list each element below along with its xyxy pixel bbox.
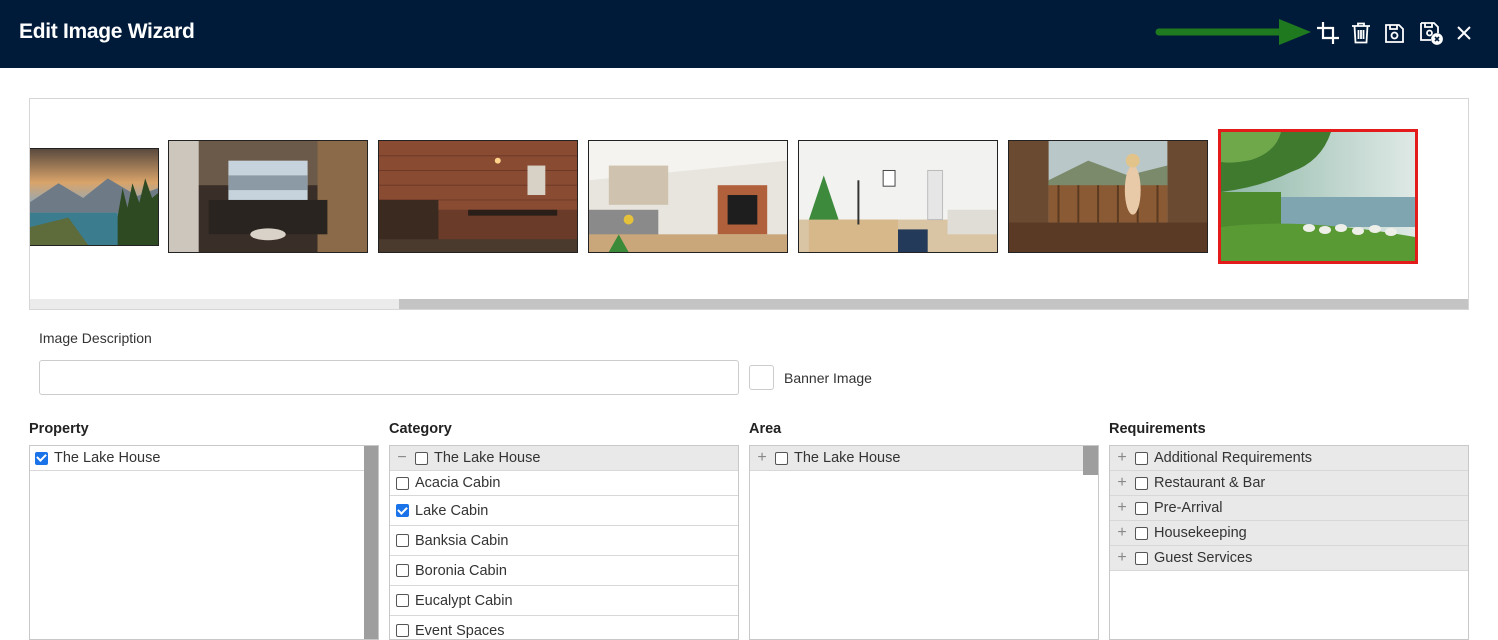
- requirement-item-label: Additional Requirements: [1154, 450, 1312, 466]
- property-list: The Lake House: [29, 445, 379, 640]
- close-icon[interactable]: [1451, 19, 1477, 47]
- expand-icon[interactable]: +: [1115, 550, 1129, 566]
- annotation-arrow: [1155, 19, 1311, 45]
- checkbox[interactable]: [775, 451, 788, 465]
- category-item-label: Boronia Cabin: [415, 562, 507, 579]
- checkbox[interactable]: [1135, 501, 1148, 515]
- expand-icon[interactable]: +: [1115, 500, 1129, 516]
- category-item[interactable]: Lake Cabin: [390, 496, 738, 526]
- property-scrollbar[interactable]: [364, 446, 378, 639]
- category-item[interactable]: Banksia Cabin: [390, 526, 738, 556]
- requirement-item-label: Restaurant & Bar: [1154, 475, 1266, 491]
- category-item[interactable]: Acacia Cabin: [390, 471, 738, 496]
- checkbox[interactable]: [415, 451, 428, 465]
- gallery-thumbnail[interactable]: [798, 140, 998, 253]
- area-list: + The Lake House: [749, 445, 1099, 640]
- property-title: Property: [29, 421, 89, 437]
- area-item-label: The Lake House: [794, 450, 901, 466]
- save-close-icon[interactable]: [1418, 19, 1444, 47]
- category-item-label: Event Spaces: [415, 622, 505, 639]
- expand-icon[interactable]: +: [755, 450, 769, 466]
- image-description-input[interactable]: [39, 360, 739, 395]
- expand-icon[interactable]: +: [1115, 525, 1129, 541]
- area-item[interactable]: + The Lake House: [750, 446, 1083, 471]
- category-title: Category: [389, 421, 452, 437]
- gallery-thumbnail[interactable]: [378, 140, 578, 253]
- requirements-list: + Additional Requirements + Restaurant &…: [1109, 445, 1469, 640]
- requirement-item[interactable]: + Housekeeping: [1110, 521, 1468, 546]
- checkbox[interactable]: [1135, 526, 1148, 540]
- category-list: − The Lake House Acacia Cabin Lake Cabin…: [389, 445, 739, 640]
- category-item-label: Eucalypt Cabin: [415, 592, 513, 609]
- gallery-thumbnail[interactable]: [30, 148, 159, 246]
- requirement-item[interactable]: + Guest Services: [1110, 546, 1468, 571]
- checkbox[interactable]: [396, 476, 409, 490]
- checkbox[interactable]: [396, 504, 409, 517]
- gallery-thumbnail[interactable]: [1008, 140, 1208, 253]
- requirement-item-label: Housekeeping: [1154, 525, 1247, 541]
- checkbox[interactable]: [396, 594, 409, 607]
- image-gallery: [29, 98, 1469, 310]
- requirements-title: Requirements: [1109, 421, 1206, 437]
- gallery-scrollbar[interactable]: [30, 299, 1468, 309]
- wizard-header: Edit Image Wizard: [0, 0, 1498, 68]
- property-item-label: The Lake House: [54, 450, 161, 466]
- gallery-thumbnail[interactable]: [168, 140, 368, 253]
- page-title: Edit Image Wizard: [19, 20, 195, 43]
- save-icon[interactable]: [1381, 19, 1407, 47]
- gallery-scrollbar-thumb[interactable]: [399, 299, 1468, 309]
- checkbox[interactable]: [1135, 451, 1148, 465]
- category-item-label: Lake Cabin: [415, 502, 489, 519]
- property-item[interactable]: The Lake House: [30, 446, 364, 471]
- category-item[interactable]: Boronia Cabin: [390, 556, 738, 586]
- checkbox[interactable]: [1135, 476, 1148, 490]
- category-group-label: The Lake House: [434, 450, 541, 466]
- requirement-item-label: Guest Services: [1154, 550, 1253, 566]
- category-item[interactable]: Eucalypt Cabin: [390, 586, 738, 616]
- collapse-icon[interactable]: −: [395, 450, 409, 466]
- trash-icon[interactable]: [1348, 19, 1374, 47]
- checkbox[interactable]: [35, 451, 48, 465]
- banner-image-label: Banner Image: [784, 370, 872, 386]
- category-item-label: Banksia Cabin: [415, 532, 509, 549]
- gallery-thumbnail[interactable]: [588, 140, 788, 253]
- checkbox[interactable]: [396, 564, 409, 577]
- category-group-row[interactable]: − The Lake House: [390, 446, 738, 471]
- category-item[interactable]: Event Spaces: [390, 616, 738, 639]
- requirement-item-label: Pre-Arrival: [1154, 500, 1223, 516]
- expand-icon[interactable]: +: [1115, 450, 1129, 466]
- banner-image-checkbox[interactable]: [749, 365, 774, 390]
- gallery-thumbnail-selected[interactable]: [1218, 129, 1418, 264]
- checkbox[interactable]: [396, 534, 409, 547]
- checkbox[interactable]: [396, 624, 409, 637]
- crop-icon[interactable]: [1315, 19, 1341, 47]
- area-title: Area: [749, 421, 782, 437]
- image-description-label: Image Description: [39, 330, 152, 346]
- requirement-item[interactable]: + Pre-Arrival: [1110, 496, 1468, 521]
- category-item-label: Acacia Cabin: [415, 475, 501, 491]
- expand-icon[interactable]: +: [1115, 475, 1129, 491]
- requirement-item[interactable]: + Restaurant & Bar: [1110, 471, 1468, 496]
- checkbox[interactable]: [1135, 551, 1148, 565]
- requirement-item[interactable]: + Additional Requirements: [1110, 446, 1468, 471]
- area-scrollbar[interactable]: [1083, 446, 1098, 475]
